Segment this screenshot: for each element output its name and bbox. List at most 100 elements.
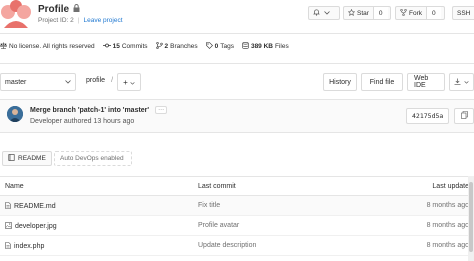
table-row[interactable]: developer.jpg Profile avatar 8 months ag…: [0, 216, 474, 236]
star-icon: [347, 8, 356, 18]
commits-label: Commits: [121, 43, 148, 50]
branch-name: master: [5, 78, 27, 86]
web-ide-label: Web IDE: [414, 75, 429, 89]
commits-stat[interactable]: 15 Commits: [102, 42, 148, 51]
lock-icon: [73, 4, 80, 15]
expand-commit-button[interactable]: ···: [155, 106, 168, 114]
header-divider: [0, 33, 474, 34]
clone-protocol-button[interactable]: SSH: [452, 6, 474, 20]
fork-seg: Fork: [396, 7, 426, 19]
file-commit[interactable]: Profile avatar: [198, 222, 239, 229]
tags-stat[interactable]: 0 Tags: [205, 42, 234, 51]
license-text: No license. All rights reserved: [9, 43, 95, 50]
project-title: Profile: [38, 4, 80, 15]
col-last-update: Last update: [432, 183, 469, 190]
auto-devops-link[interactable]: Auto DevOps enabled: [54, 151, 132, 166]
file-updated: 8 months ago: [426, 202, 469, 209]
tag-icon: [205, 42, 213, 51]
breadcrumb: profile /: [86, 77, 113, 84]
file-name-cell[interactable]: index.php: [5, 242, 44, 251]
file-updated: 8 months ago: [426, 222, 469, 229]
commit-meta: Developer authored 13 hours ago: [30, 118, 135, 125]
star-label: Star: [357, 9, 369, 17]
breadcrumb-project[interactable]: profile: [86, 77, 105, 84]
file-tree-table: Name Last commit Last update README.md F…: [0, 176, 474, 256]
files-stat[interactable]: 389 KB Files: [242, 42, 289, 51]
branch-icon: [155, 42, 163, 51]
license-stat[interactable]: No license. All rights reserved: [0, 42, 95, 51]
file-name-cell[interactable]: developer.jpg: [5, 222, 57, 231]
file-name[interactable]: developer.jpg: [15, 223, 57, 230]
fork-count[interactable]: 0: [426, 7, 441, 19]
tags-count: 0: [214, 43, 219, 50]
breadcrumb-separator: /: [111, 77, 114, 84]
col-last-commit: Last commit: [198, 183, 236, 190]
file-name[interactable]: README.md: [14, 203, 56, 210]
devops-label: Auto DevOps enabled: [60, 155, 124, 162]
col-name: Name: [5, 183, 24, 190]
scrollbar-thumb[interactable]: [469, 182, 473, 252]
vertical-scrollbar[interactable]: [468, 176, 474, 261]
files-label: Files: [275, 43, 289, 50]
commits-count: 15: [112, 43, 120, 50]
file-name[interactable]: index.php: [14, 243, 44, 250]
plus-icon: +: [123, 77, 128, 87]
branch-dropdown[interactable]: master: [0, 73, 76, 91]
star-seg: Star: [344, 7, 373, 19]
divider: |: [77, 17, 80, 24]
download-dropdown[interactable]: [449, 73, 474, 91]
history-label: History: [329, 78, 351, 86]
scale-icon: [0, 42, 7, 51]
file-icon: [5, 202, 11, 211]
star-count[interactable]: 0: [372, 7, 388, 19]
add-file-dropdown[interactable]: +: [117, 73, 141, 91]
copy-sha-button[interactable]: [454, 108, 474, 124]
readme-link[interactable]: README: [2, 151, 52, 166]
notification-seg: [309, 7, 334, 19]
find-file-label: Find file: [369, 78, 395, 86]
commit-sha-button[interactable]: 42175d5a: [406, 108, 450, 124]
last-commit-panel: Merge branch 'patch-1' into 'master' ···…: [0, 99, 474, 133]
project-id: Project ID: 2: [38, 17, 74, 24]
author-avatar[interactable]: [7, 106, 23, 122]
file-commit[interactable]: Update description: [198, 242, 256, 249]
fork-label: Fork: [409, 9, 422, 17]
commit-icon: [102, 42, 111, 51]
readme-label: README: [18, 155, 46, 162]
copy-icon: [460, 111, 468, 121]
star-button[interactable]: Star 0: [343, 6, 391, 20]
project-avatar: [0, 0, 32, 28]
chevron-down-icon: [130, 78, 135, 87]
chevron-down-icon: [324, 10, 330, 17]
chevron-down-icon: [65, 79, 71, 86]
project-subtitle: Project ID: 2 | Leave project: [38, 17, 123, 24]
table-row[interactable]: index.php Update description 8 months ag…: [0, 236, 474, 256]
chevron-down-icon: [464, 79, 469, 86]
commit-sha: 42175d5a: [412, 112, 444, 120]
bell-icon: [313, 8, 320, 18]
book-icon: [8, 154, 15, 163]
file-commit[interactable]: Fix title: [198, 202, 220, 209]
files-size: 389 KB: [250, 43, 273, 50]
database-icon: [242, 42, 249, 51]
clone-label: SSH: [457, 9, 471, 17]
project-title-text: Profile: [38, 4, 70, 15]
web-ide-button[interactable]: Web IDE: [407, 73, 445, 91]
branches-label: Branches: [170, 43, 198, 50]
tree-toolbar: master profile / + History Find file Web…: [0, 73, 474, 91]
leave-project-link[interactable]: Leave project: [83, 17, 122, 24]
commit-message-link[interactable]: Merge branch 'patch-1' into 'master': [30, 107, 149, 114]
notification-dropdown[interactable]: [308, 6, 340, 20]
stats-divider: [0, 63, 474, 64]
table-row[interactable]: README.md Fix title 8 months ago: [0, 196, 474, 216]
find-file-button[interactable]: Find file: [361, 73, 403, 91]
tags-label: Tags: [220, 43, 234, 50]
fork-icon: [400, 8, 407, 18]
history-button[interactable]: History: [323, 73, 357, 91]
file-name-cell[interactable]: README.md: [5, 202, 56, 211]
download-icon: [454, 78, 461, 87]
fork-button[interactable]: Fork 0: [395, 6, 445, 20]
branches-stat[interactable]: 2 Branches: [155, 42, 198, 51]
branches-count: 2: [164, 43, 169, 50]
file-updated: 8 months ago: [426, 242, 469, 249]
